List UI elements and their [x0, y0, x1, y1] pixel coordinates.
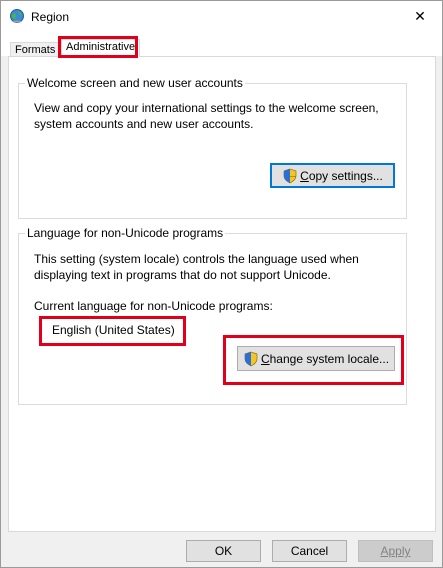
locale-description-line2: displaying text in programs that do not …	[34, 268, 331, 282]
ok-button[interactable]: OK	[186, 540, 261, 562]
current-locale-label: Current language for non-Unicode program…	[34, 299, 273, 313]
locale-description-line1: This setting (system locale) controls th…	[34, 252, 359, 266]
copy-settings-button[interactable]: Copy settings...	[270, 163, 395, 188]
cancel-label: Cancel	[290, 544, 329, 558]
apply-label: Apply	[380, 544, 411, 558]
welcome-description-line1: View and copy your international setting…	[34, 101, 379, 115]
copy-settings-label: Copy settings...	[300, 168, 383, 183]
cancel-button[interactable]: Cancel	[272, 540, 347, 562]
region-dialog: Region ✕ Formats Administrative Welcome …	[0, 0, 443, 568]
locale-value-highlight-box	[39, 316, 186, 346]
ok-label: OK	[214, 544, 233, 558]
tab-formats[interactable]: Formats	[10, 42, 61, 57]
locale-group-title: Language for non-Unicode programs	[25, 226, 226, 240]
close-button[interactable]: ✕	[398, 1, 442, 32]
change-locale-highlight-box	[223, 335, 404, 385]
close-icon: ✕	[414, 8, 426, 24]
tab-highlight-box	[58, 36, 138, 58]
apply-button[interactable]: Apply	[358, 540, 433, 562]
welcome-description-line2: system accounts and new user accounts.	[34, 117, 254, 131]
window-title: Region	[31, 10, 70, 24]
welcome-group-title: Welcome screen and new user accounts	[25, 76, 245, 90]
tab-formats-label: Formats	[15, 44, 56, 56]
welcome-groupbox: Welcome screen and new user accounts Vie…	[18, 76, 407, 219]
tab-panel: Welcome screen and new user accounts Vie…	[8, 56, 436, 532]
globe-icon	[10, 9, 24, 23]
title-bar: Region ✕	[1, 1, 442, 32]
uac-shield-icon	[283, 168, 297, 183]
